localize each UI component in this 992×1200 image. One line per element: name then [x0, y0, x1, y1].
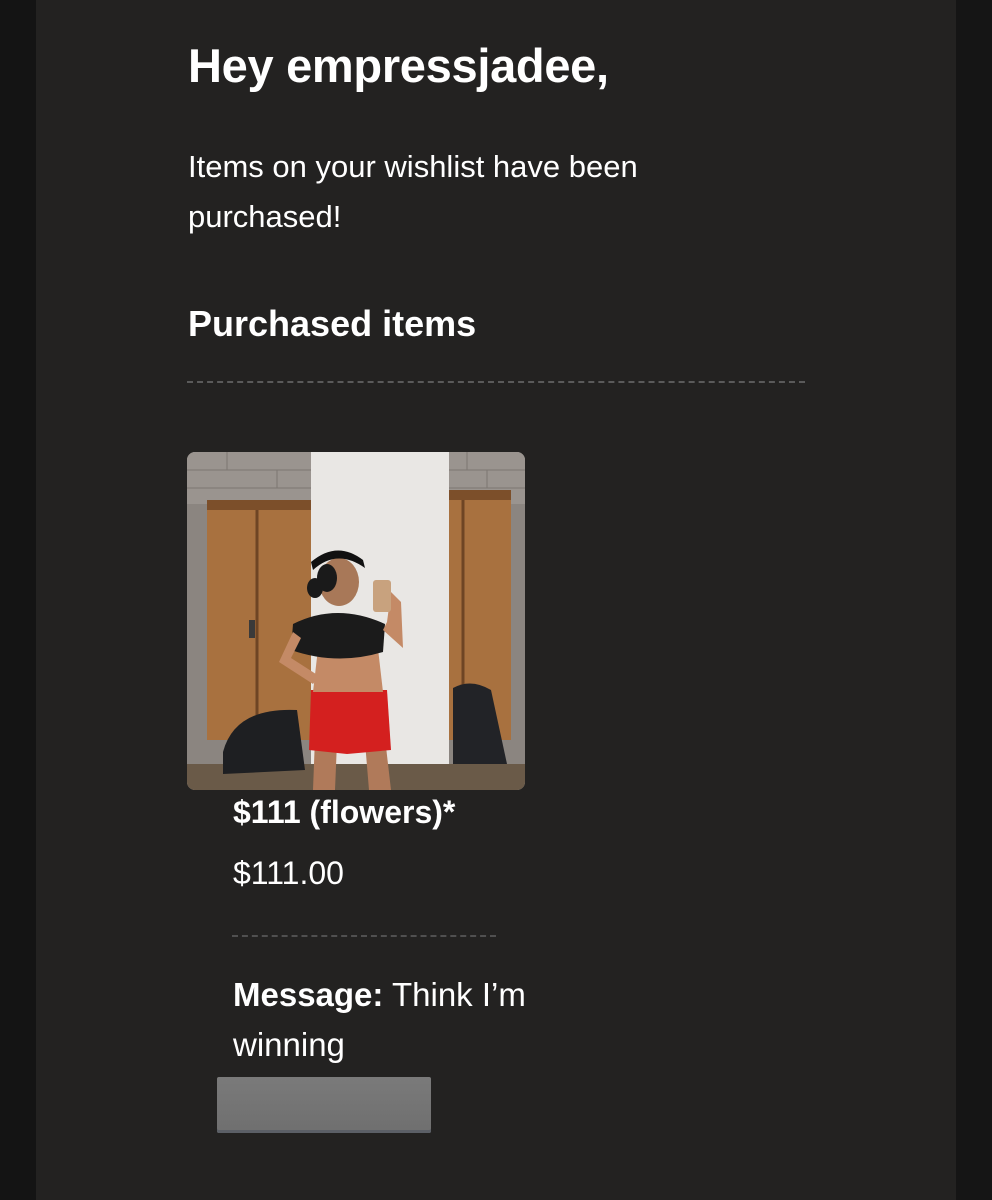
message-label: Message:	[233, 976, 384, 1013]
section-title: Purchased items	[188, 303, 477, 344]
redacted-button[interactable]	[217, 1077, 431, 1133]
section-divider	[187, 381, 805, 383]
intro-text: Items on your wishlist have been purchas…	[188, 149, 638, 234]
product-photo-illustration	[187, 452, 525, 790]
gift-message: Message: Think I’m winning	[233, 970, 533, 1070]
item-divider	[232, 935, 496, 937]
right-edge	[956, 0, 992, 1200]
item-name: $111 (flowers)*	[233, 794, 456, 830]
product-image[interactable]	[187, 452, 525, 790]
left-edge	[0, 0, 36, 1200]
email-body: Hey empressjadee, Items on your wishlist…	[36, 0, 956, 1200]
greeting-heading: Hey empressjadee,	[188, 39, 609, 92]
item-price: $111.00	[233, 855, 344, 891]
